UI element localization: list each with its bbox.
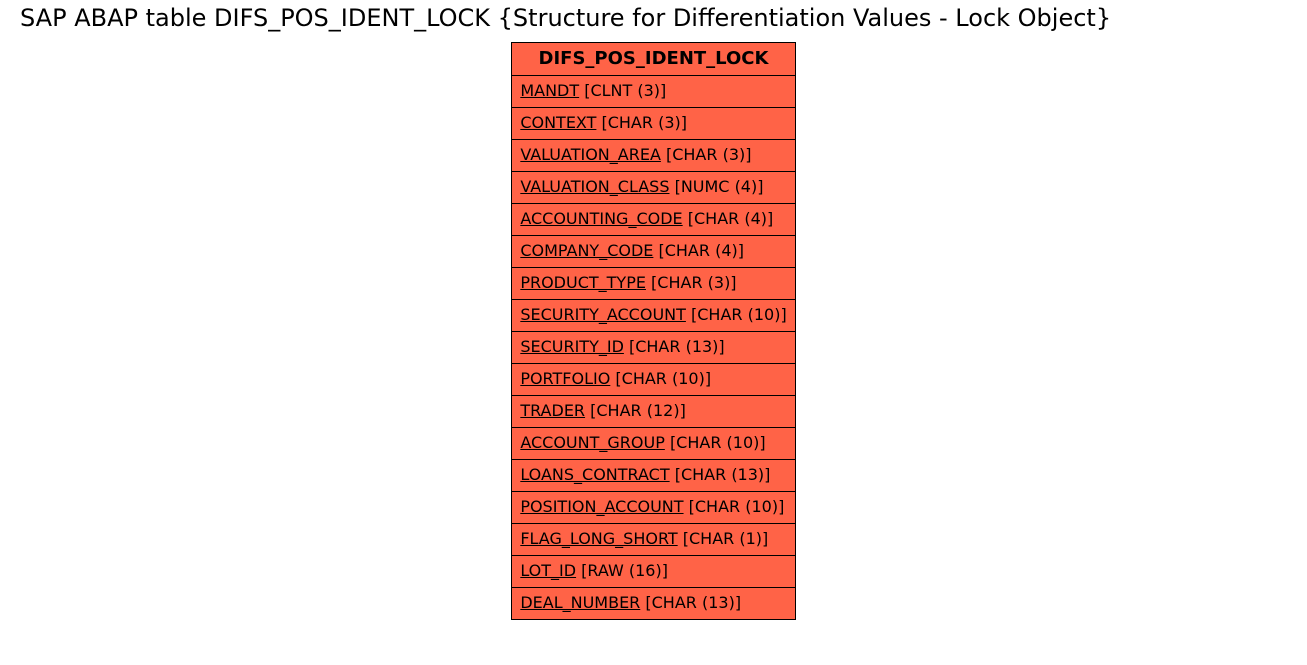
table-row: ACCOUNTING_CODE [CHAR (4)] [512,204,795,236]
field-type: [CHAR (10)] [615,369,711,388]
field-name: PRODUCT_TYPE [520,273,646,292]
field-cell: CONTEXT [CHAR (3)] [512,108,795,140]
table-row: PRODUCT_TYPE [CHAR (3)] [512,268,795,300]
table-row: VALUATION_CLASS [NUMC (4)] [512,172,795,204]
field-name: LOT_ID [520,561,576,580]
field-name: COMPANY_CODE [520,241,653,260]
page-root: SAP ABAP table DIFS_POS_IDENT_LOCK {Stru… [0,0,1307,620]
table-row: VALUATION_AREA [CHAR (3)] [512,140,795,172]
diagram-area: DIFS_POS_IDENT_LOCK MANDT [CLNT (3)]CONT… [0,42,1307,620]
field-cell: TRADER [CHAR (12)] [512,396,795,428]
field-type: [CHAR (4)] [658,241,744,260]
field-name: PORTFOLIO [520,369,610,388]
field-name: SECURITY_ACCOUNT [520,305,686,324]
table-row: SECURITY_ACCOUNT [CHAR (10)] [512,300,795,332]
field-name: SECURITY_ID [520,337,624,356]
field-name: VALUATION_AREA [520,145,661,164]
field-type: [CHAR (13)] [675,465,771,484]
table-row: MANDT [CLNT (3)] [512,76,795,108]
field-cell: SECURITY_ACCOUNT [CHAR (10)] [512,300,795,332]
field-type: [CHAR (1)] [683,529,769,548]
field-cell: LOANS_CONTRACT [CHAR (13)] [512,460,795,492]
field-cell: POSITION_ACCOUNT [CHAR (10)] [512,492,795,524]
field-type: [CHAR (4)] [688,209,774,228]
field-cell: MANDT [CLNT (3)] [512,76,795,108]
field-name: ACCOUNT_GROUP [520,433,665,452]
field-type: [CHAR (3)] [666,145,752,164]
field-type: [CHAR (3)] [601,113,687,132]
erd-header: DIFS_POS_IDENT_LOCK [512,43,795,76]
field-cell: FLAG_LONG_SHORT [CHAR (1)] [512,524,795,556]
field-cell: LOT_ID [RAW (16)] [512,556,795,588]
table-row: LOT_ID [RAW (16)] [512,556,795,588]
table-row: POSITION_ACCOUNT [CHAR (10)] [512,492,795,524]
field-type: [RAW (16)] [581,561,668,580]
erd-table: DIFS_POS_IDENT_LOCK MANDT [CLNT (3)]CONT… [511,42,795,620]
table-row: SECURITY_ID [CHAR (13)] [512,332,795,364]
field-name: ACCOUNTING_CODE [520,209,682,228]
field-cell: DEAL_NUMBER [CHAR (13)] [512,588,795,620]
field-type: [CHAR (13)] [645,593,741,612]
field-type: [CHAR (10)] [670,433,766,452]
field-type: [CHAR (10)] [689,497,785,516]
table-row: CONTEXT [CHAR (3)] [512,108,795,140]
field-type: [CLNT (3)] [584,81,666,100]
field-cell: PRODUCT_TYPE [CHAR (3)] [512,268,795,300]
field-cell: VALUATION_AREA [CHAR (3)] [512,140,795,172]
field-name: POSITION_ACCOUNT [520,497,683,516]
field-cell: ACCOUNT_GROUP [CHAR (10)] [512,428,795,460]
field-name: MANDT [520,81,579,100]
field-name: TRADER [520,401,585,420]
field-type: [CHAR (10)] [691,305,787,324]
field-type: [CHAR (3)] [651,273,737,292]
table-row: ACCOUNT_GROUP [CHAR (10)] [512,428,795,460]
page-title: SAP ABAP table DIFS_POS_IDENT_LOCK {Stru… [20,4,1307,32]
field-cell: VALUATION_CLASS [NUMC (4)] [512,172,795,204]
table-row: TRADER [CHAR (12)] [512,396,795,428]
table-row: DEAL_NUMBER [CHAR (13)] [512,588,795,620]
table-row: PORTFOLIO [CHAR (10)] [512,364,795,396]
field-name: VALUATION_CLASS [520,177,669,196]
table-row: COMPANY_CODE [CHAR (4)] [512,236,795,268]
field-cell: ACCOUNTING_CODE [CHAR (4)] [512,204,795,236]
field-name: CONTEXT [520,113,596,132]
field-name: DEAL_NUMBER [520,593,640,612]
field-name: FLAG_LONG_SHORT [520,529,677,548]
field-type: [CHAR (13)] [629,337,725,356]
table-row: FLAG_LONG_SHORT [CHAR (1)] [512,524,795,556]
field-cell: PORTFOLIO [CHAR (10)] [512,364,795,396]
erd-body: MANDT [CLNT (3)]CONTEXT [CHAR (3)]VALUAT… [512,76,795,620]
table-row: LOANS_CONTRACT [CHAR (13)] [512,460,795,492]
field-type: [CHAR (12)] [590,401,686,420]
field-cell: SECURITY_ID [CHAR (13)] [512,332,795,364]
field-cell: COMPANY_CODE [CHAR (4)] [512,236,795,268]
field-type: [NUMC (4)] [675,177,764,196]
field-name: LOANS_CONTRACT [520,465,669,484]
